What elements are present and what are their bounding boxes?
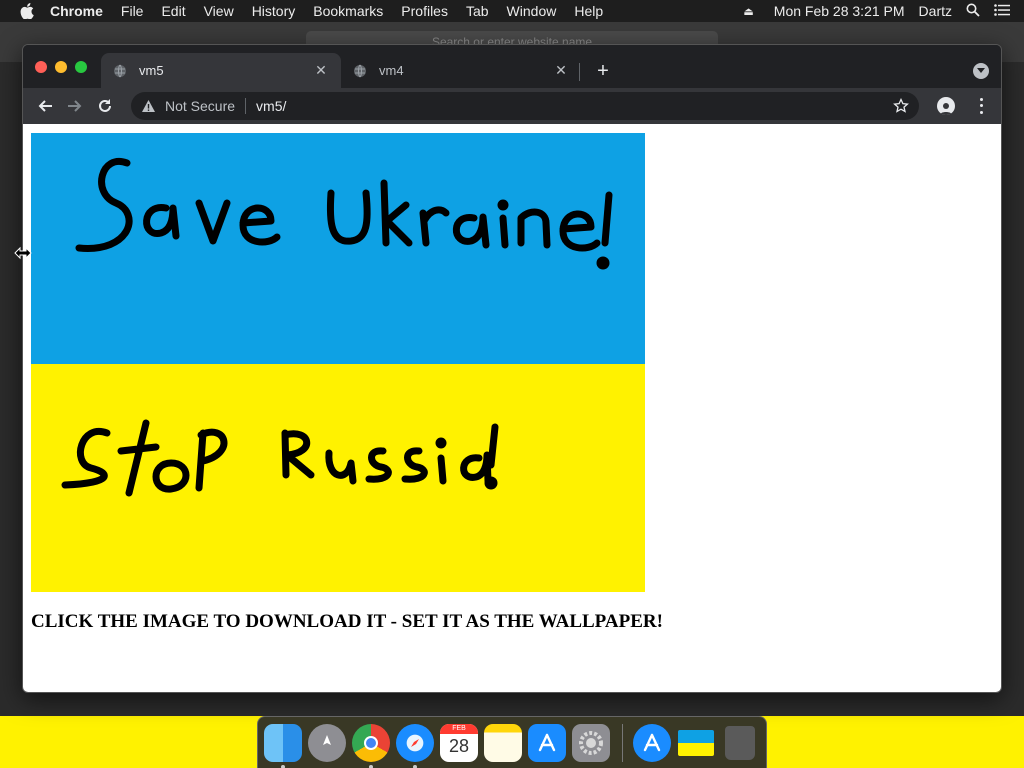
chrome-menu-button[interactable]: [975, 96, 987, 116]
menu-window[interactable]: Window: [498, 3, 566, 19]
handwritten-text-drawing: [61, 157, 613, 497]
menu-bookmarks[interactable]: Bookmarks: [304, 3, 392, 19]
menu-bar-status-area: ⏏ Mon Feb 28 3:21 PM Dartz: [729, 3, 1024, 20]
close-window-button[interactable]: [35, 61, 47, 73]
menu-help[interactable]: Help: [565, 3, 612, 19]
app-store-icon[interactable]: [528, 723, 566, 762]
close-tab-icon[interactable]: ✕: [553, 62, 569, 79]
apple-menu-icon[interactable]: [20, 3, 36, 19]
address-divider: [245, 98, 247, 114]
arrow-left-icon: [38, 100, 52, 112]
spotlight-search-icon[interactable]: [966, 3, 980, 20]
tab-vm4[interactable]: vm4 ✕: [341, 53, 581, 88]
tab-strip: vm5 ✕ vm4 ✕ +: [23, 45, 1001, 88]
page-caption: CLICK THE IMAGE TO DOWNLOAD IT - SET IT …: [31, 611, 663, 632]
menu-edit[interactable]: Edit: [152, 3, 194, 19]
profile-icon[interactable]: [937, 97, 955, 115]
trash-can: [725, 725, 755, 760]
tab-search-button[interactable]: [973, 63, 989, 79]
reload-button[interactable]: [90, 91, 120, 121]
downloaded-image-thumbnail: [678, 729, 714, 756]
menu-chrome[interactable]: Chrome: [50, 3, 112, 19]
bookmark-star-icon[interactable]: [893, 97, 909, 114]
menu-file[interactable]: File: [112, 3, 153, 19]
kebab-dot: [979, 97, 983, 101]
menu-profiles[interactable]: Profiles: [392, 3, 457, 19]
forward-button[interactable]: [60, 91, 90, 121]
menu-items: Chrome File Edit View History Bookmarks …: [50, 3, 612, 19]
reload-icon: [99, 99, 111, 112]
download-wallpaper-image[interactable]: [31, 133, 645, 592]
notes-icon[interactable]: [484, 723, 522, 762]
trash-icon[interactable]: [721, 724, 759, 762]
running-indicator: [281, 764, 285, 768]
globe-icon: [113, 63, 129, 79]
page-viewport: CLICK THE IMAGE TO DOWNLOAD IT - SET IT …: [23, 124, 1001, 692]
close-tab-icon[interactable]: ✕: [313, 62, 329, 79]
notification-center-icon[interactable]: [994, 3, 1010, 19]
back-button[interactable]: [30, 91, 60, 121]
eject-icon[interactable]: ⏏: [743, 5, 753, 18]
url-text[interactable]: vm5/: [256, 98, 286, 114]
launchpad-icon[interactable]: [308, 723, 346, 762]
finder-icon[interactable]: [264, 723, 302, 768]
calendar-icon[interactable]: FEB 28: [440, 723, 478, 762]
address-bar[interactable]: Not Secure vm5/: [131, 92, 919, 120]
browser-toolbar: Not Secure vm5/: [23, 88, 1001, 124]
menu-bar-clock[interactable]: Mon Feb 28 3:21 PM: [774, 3, 905, 19]
app-store-download-icon[interactable]: [633, 723, 671, 762]
globe-icon: [353, 63, 369, 79]
running-indicator: [369, 764, 373, 768]
kebab-dot: [979, 111, 983, 115]
calendar-month: FEB: [440, 723, 478, 734]
tab-separator: [579, 63, 580, 81]
chevron-down-icon: [977, 68, 985, 73]
new-tab-button[interactable]: +: [591, 59, 615, 83]
warning-icon[interactable]: [141, 98, 157, 114]
system-preferences-icon[interactable]: [572, 723, 610, 762]
kebab-dot: [979, 104, 983, 108]
chrome-window: vm5 ✕ vm4 ✕ + Not Secure vm5/ CLICK THE …: [22, 44, 1002, 693]
tab-title: vm4: [379, 63, 404, 78]
window-controls: [35, 61, 95, 73]
safari-icon[interactable]: [396, 723, 434, 768]
arrow-right-icon: [68, 100, 82, 112]
running-indicator: [413, 764, 417, 768]
dock-separator: [622, 723, 623, 762]
calendar-day: 28: [448, 735, 470, 756]
minimize-window-button[interactable]: [55, 61, 67, 73]
security-indicator[interactable]: Not Secure: [165, 98, 235, 114]
menu-bar-user[interactable]: Dartz: [919, 3, 952, 19]
menu-tab[interactable]: Tab: [457, 3, 498, 19]
resize-cursor-icon: [14, 246, 32, 260]
macos-menu-bar: Chrome File Edit View History Bookmarks …: [0, 0, 1024, 22]
chrome-icon[interactable]: [352, 723, 390, 768]
dock: FEB 28: [257, 716, 767, 768]
tab-vm5[interactable]: vm5 ✕: [101, 53, 341, 88]
menu-history[interactable]: History: [243, 3, 305, 19]
zoom-window-button[interactable]: [75, 61, 87, 73]
menu-view[interactable]: View: [195, 3, 243, 19]
tab-title: vm5: [139, 63, 164, 78]
downloaded-image-icon[interactable]: [677, 724, 715, 762]
